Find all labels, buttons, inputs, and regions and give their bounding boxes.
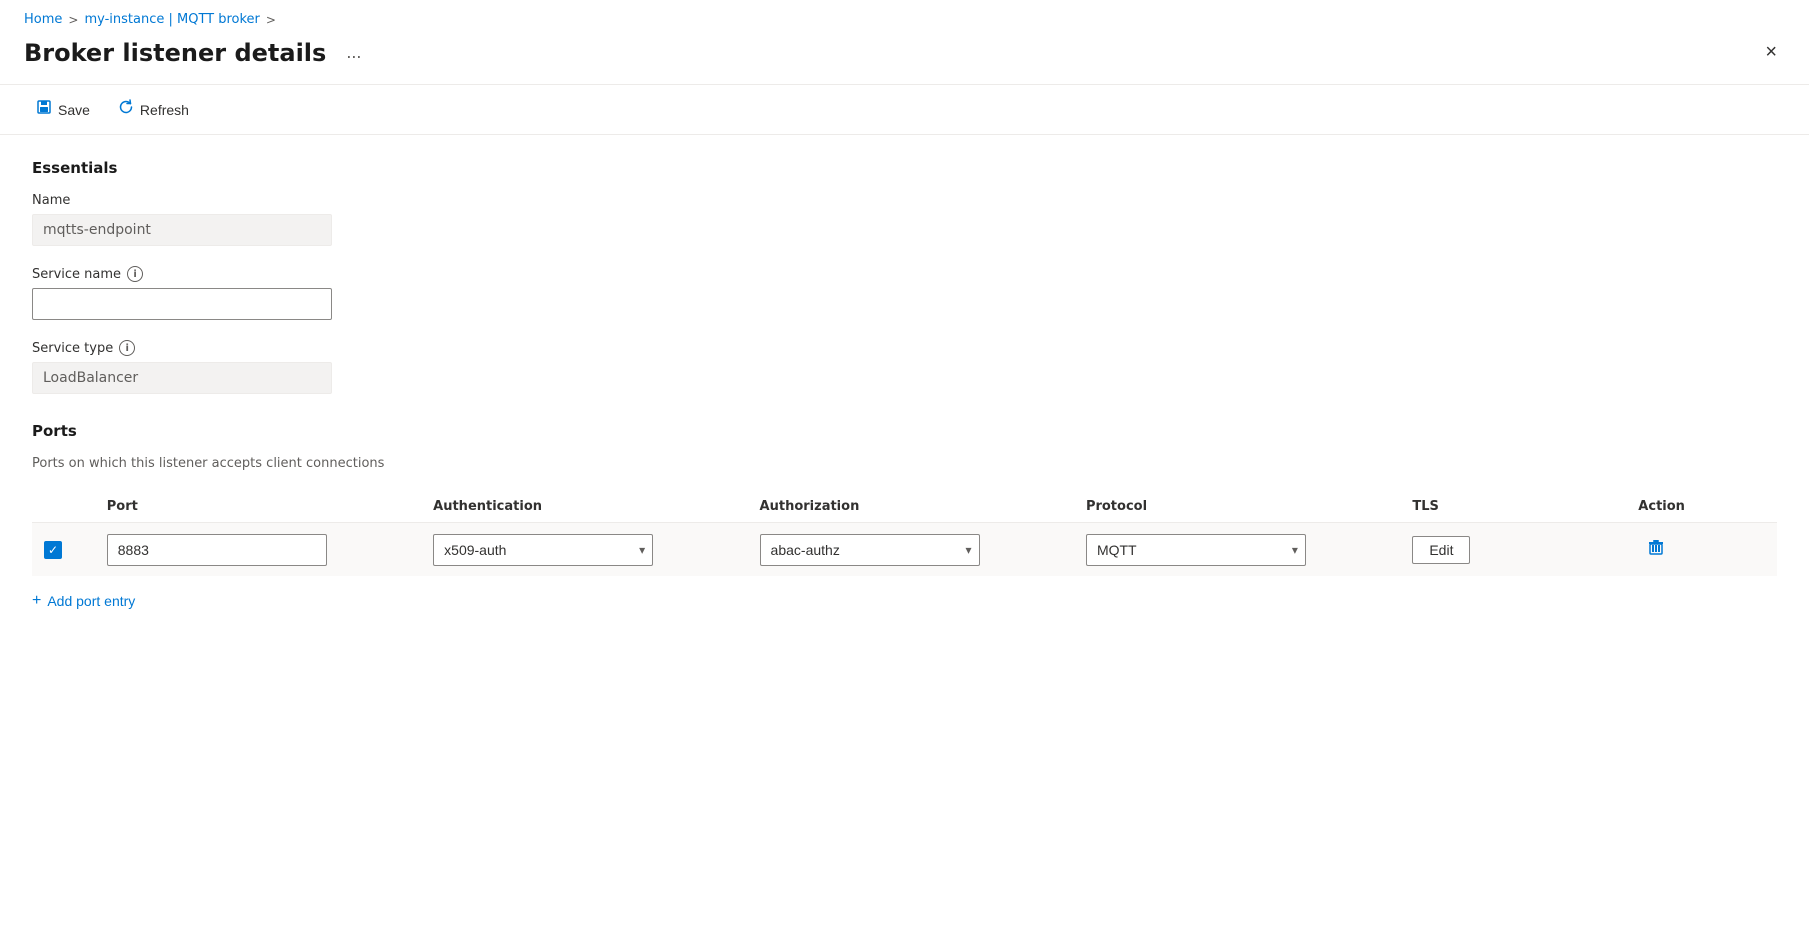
th-action: Action <box>1626 491 1777 523</box>
page-title: Broker listener details <box>24 39 326 67</box>
service-type-value: LoadBalancer <box>32 362 332 394</box>
ports-table: Port Authentication Authorization Protoc… <box>32 491 1777 576</box>
delete-row-button[interactable] <box>1638 533 1674 566</box>
authentication-select[interactable]: x509-auth None <box>433 534 653 566</box>
authentication-dropdown-wrapper: x509-auth None ▾ <box>433 534 653 566</box>
row-checkbox[interactable] <box>44 541 62 559</box>
service-name-input[interactable] <box>32 288 332 320</box>
tls-edit-button[interactable]: Edit <box>1412 536 1470 564</box>
th-tls: TLS <box>1400 491 1626 523</box>
panel-title-group: Broker listener details ... <box>24 38 369 67</box>
protocol-dropdown-wrapper: MQTT MQTTS ▾ <box>1086 534 1306 566</box>
authorization-dropdown-wrapper: abac-authz None ▾ <box>760 534 980 566</box>
th-protocol: Protocol <box>1074 491 1400 523</box>
protocol-select[interactable]: MQTT MQTTS <box>1086 534 1306 566</box>
th-authentication: Authentication <box>421 491 747 523</box>
panel-header: Broker listener details ... × <box>0 33 1809 84</box>
ellipsis-button[interactable]: ... <box>338 38 369 67</box>
th-authorization: Authorization <box>748 491 1074 523</box>
content-area: Essentials Name mqtts-endpoint Service n… <box>0 135 1809 642</box>
refresh-button[interactable]: Refresh <box>106 93 201 126</box>
ports-section: Ports Ports on which this listener accep… <box>32 422 1777 618</box>
essentials-section-title: Essentials <box>32 159 1777 177</box>
service-name-field-group: Service name i <box>32 266 1777 320</box>
table-row: x509-auth None ▾ abac-authz None <box>32 523 1777 577</box>
close-button[interactable]: × <box>1757 37 1785 68</box>
ports-table-body: x509-auth None ▾ abac-authz None <box>32 523 1777 577</box>
breadcrumb-sep2: > <box>266 13 276 27</box>
breadcrumb-instance[interactable]: my-instance | MQTT broker <box>84 12 259 27</box>
toolbar: Save Refresh <box>0 84 1809 135</box>
breadcrumb-home[interactable]: Home <box>24 12 62 27</box>
service-name-label: Service name i <box>32 266 1777 282</box>
save-label: Save <box>58 102 90 118</box>
service-type-label: Service type i <box>32 340 1777 356</box>
th-port: Port <box>95 491 421 523</box>
refresh-label: Refresh <box>140 102 189 118</box>
service-type-info-icon: i <box>119 340 135 356</box>
th-checkbox <box>32 491 95 523</box>
service-name-info-icon: i <box>127 266 143 282</box>
save-icon <box>36 99 52 120</box>
breadcrumb-sep1: > <box>68 13 78 27</box>
row-tls-cell: Edit <box>1400 523 1626 577</box>
name-label: Name <box>32 193 1777 208</box>
service-type-field-group: Service type i LoadBalancer <box>32 340 1777 394</box>
add-plus-icon: + <box>32 592 41 610</box>
ports-subtitle: Ports on which this listener accepts cli… <box>32 456 1777 471</box>
row-authz-cell: abac-authz None ▾ <box>748 523 1074 577</box>
ports-table-head: Port Authentication Authorization Protoc… <box>32 491 1777 523</box>
row-port-cell <box>95 523 421 577</box>
refresh-icon <box>118 99 134 120</box>
name-field-group: Name mqtts-endpoint <box>32 193 1777 246</box>
row-action-cell <box>1626 523 1777 577</box>
row-auth-cell: x509-auth None ▾ <box>421 523 747 577</box>
trash-icon <box>1646 537 1666 557</box>
row-protocol-cell: MQTT MQTTS ▾ <box>1074 523 1400 577</box>
save-button[interactable]: Save <box>24 93 102 126</box>
authorization-select[interactable]: abac-authz None <box>760 534 980 566</box>
port-input[interactable] <box>107 534 327 566</box>
ports-table-header-row: Port Authentication Authorization Protoc… <box>32 491 1777 523</box>
broker-listener-panel: Home > my-instance | MQTT broker > Broke… <box>0 0 1809 939</box>
add-port-label: Add port entry <box>47 593 135 609</box>
breadcrumb: Home > my-instance | MQTT broker > <box>0 0 1809 33</box>
ports-section-title: Ports <box>32 422 1777 440</box>
name-value: mqtts-endpoint <box>32 214 332 246</box>
add-port-button[interactable]: + Add port entry <box>32 584 135 618</box>
row-checkbox-cell <box>32 523 95 577</box>
